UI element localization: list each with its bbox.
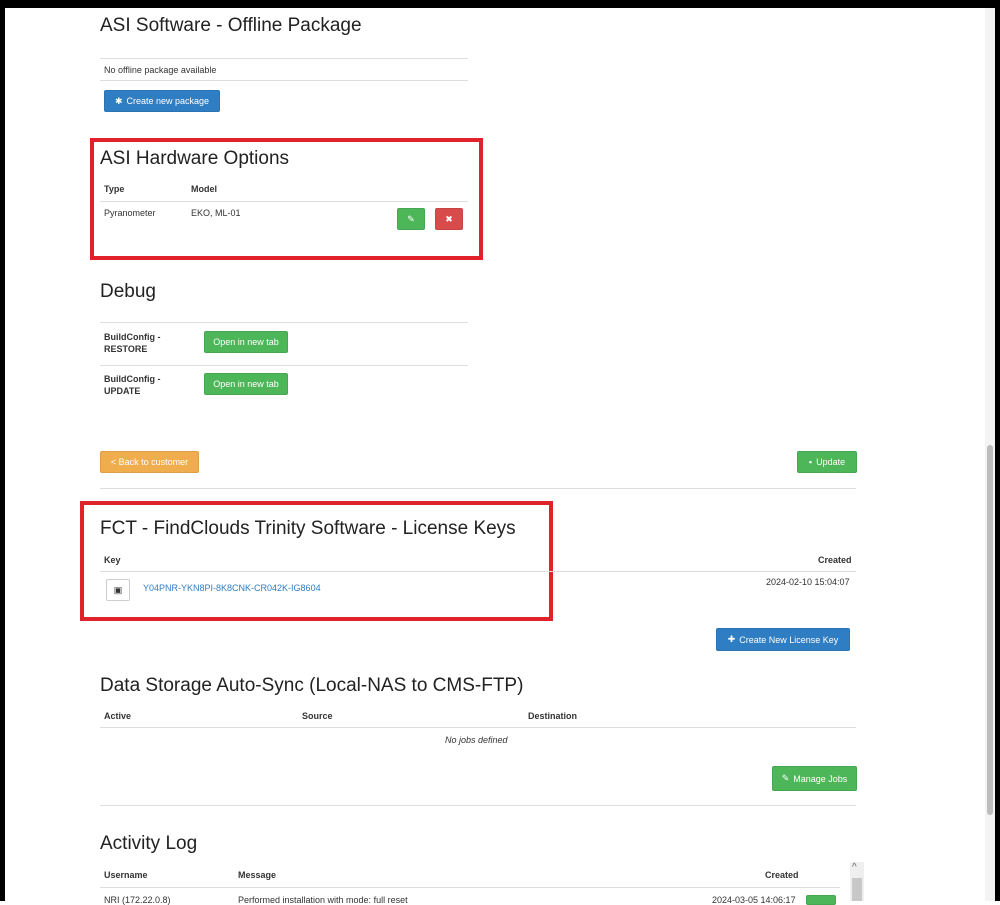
- chevron-up-icon[interactable]: ^: [852, 862, 857, 873]
- debug-title: Debug: [100, 281, 156, 302]
- activity-message-cell: Performed installation with mode: full r…: [238, 895, 408, 905]
- scrollbar-thumb[interactable]: [987, 445, 993, 815]
- hardware-options-title: ASI Hardware Options: [100, 148, 290, 169]
- copy-key-button[interactable]: ▣: [106, 579, 130, 601]
- divider: [100, 488, 856, 489]
- col-key-header: Key: [104, 555, 121, 565]
- create-license-key-button[interactable]: ✚ Create New License Key: [716, 628, 850, 651]
- activity-created-cell: 2024-03-05 14:06:17: [712, 895, 796, 905]
- divider: [100, 805, 856, 806]
- manage-jobs-button[interactable]: ✎ Manage Jobs: [772, 766, 857, 791]
- clipboard-icon: ▣: [113, 584, 123, 595]
- open-restore-button[interactable]: Open in new tab: [204, 331, 288, 353]
- window-border-left: [0, 0, 5, 901]
- divider: [100, 365, 468, 366]
- window-border-right: [995, 8, 1000, 901]
- col-active-header: Active: [104, 711, 132, 721]
- activity-scrollbar-thumb[interactable]: [852, 878, 862, 901]
- no-offline-package-text: No offline package available: [104, 65, 217, 75]
- create-license-key-label: Create New License Key: [739, 634, 839, 645]
- activity-username-cell: NRI (172.22.0.8): [104, 895, 171, 905]
- offline-package-title: ASI Software - Offline Package: [100, 15, 362, 36]
- window-border-top: [0, 0, 1000, 8]
- activity-action-button[interactable]: [806, 895, 836, 905]
- license-keys-title: FCT - FindClouds Trinity Software - Lice…: [100, 518, 516, 539]
- plus-icon: ✚: [727, 634, 736, 644]
- col-username-header: Username: [104, 870, 148, 880]
- create-package-label: Create new package: [126, 96, 210, 106]
- col-model-header: Model: [191, 184, 217, 194]
- create-package-button[interactable]: ✱ Create new package: [104, 90, 220, 112]
- back-to-customer-button[interactable]: < Back to customer: [100, 451, 199, 473]
- hardware-type-cell: Pyranometer: [104, 208, 156, 218]
- col-created-header: Created: [765, 870, 799, 880]
- debug-row-label: BuildConfig - UPDATE: [104, 374, 161, 396]
- divider: [100, 571, 856, 572]
- pencil-icon: ✎: [407, 213, 415, 224]
- edit-hardware-button[interactable]: ✎: [397, 208, 425, 230]
- divider: [100, 80, 468, 81]
- pencil-icon: ✎: [781, 773, 790, 783]
- col-destination-header: Destination: [528, 711, 578, 721]
- delete-hardware-button[interactable]: ✖: [435, 208, 463, 230]
- col-source-header: Source: [302, 711, 333, 721]
- manage-jobs-label: Manage Jobs: [793, 773, 848, 784]
- license-key-link[interactable]: Y04PNR-YKN8PI-8K8CNK-CR042K-IG8604: [143, 583, 321, 593]
- debug-row-label: BuildConfig - RESTORE: [104, 332, 161, 354]
- divider: [100, 887, 840, 888]
- update-label: Update: [816, 457, 846, 467]
- divider: [100, 58, 468, 59]
- activity-log-title: Activity Log: [100, 833, 198, 854]
- update-button[interactable]: ▪ Update: [797, 451, 857, 473]
- open-update-button[interactable]: Open in new tab: [204, 373, 288, 395]
- col-type-header: Type: [104, 184, 125, 194]
- divider: [100, 727, 856, 728]
- close-icon: ✖: [445, 213, 453, 224]
- license-created-cell: 2024-02-10 15:04:07: [766, 577, 850, 587]
- col-message-header: Message: [238, 870, 277, 880]
- col-created-header: Created: [818, 555, 852, 565]
- auto-sync-title: Data Storage Auto-Sync (Local-NAS to CMS…: [100, 675, 524, 696]
- divider: [100, 322, 468, 323]
- save-icon: ▪: [808, 457, 813, 467]
- no-jobs-text: No jobs defined: [445, 735, 508, 745]
- divider: [100, 201, 468, 202]
- activity-scrollbar[interactable]: ^: [850, 862, 864, 901]
- asterisk-icon: ✱: [114, 95, 123, 106]
- hardware-model-cell: EKO, ML-01: [191, 208, 241, 218]
